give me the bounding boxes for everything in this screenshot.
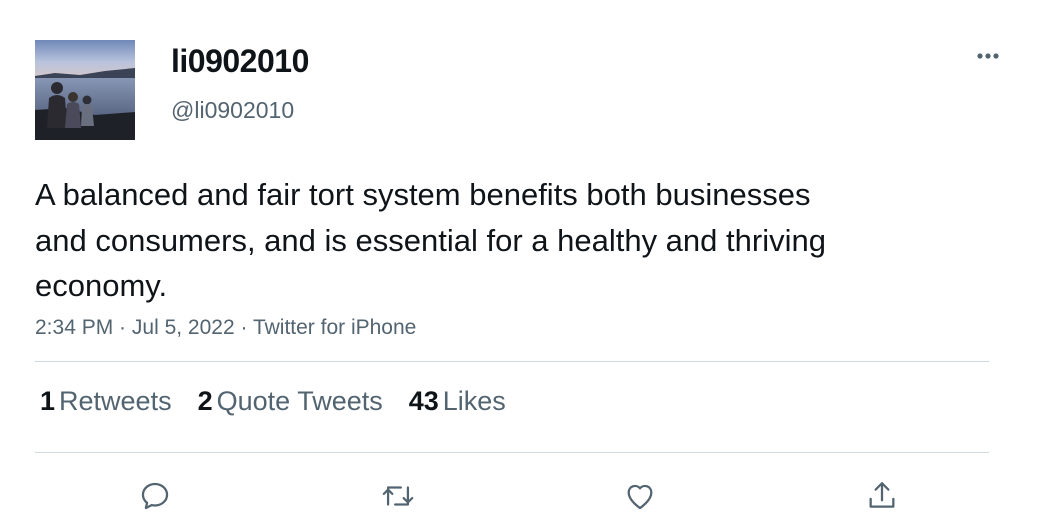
avatar[interactable] [35, 40, 135, 140]
retweets-label: Retweets [59, 386, 172, 416]
reply-button[interactable] [133, 474, 177, 518]
tweet-metadata: 2:34 PM · Jul 5, 2022 · Twitter for iPho… [35, 316, 416, 340]
share-button[interactable] [860, 474, 904, 518]
tweet-text: A balanced and fair tort system benefits… [35, 177, 826, 303]
like-button[interactable] [618, 474, 662, 518]
engagement-stats: 1 Retweets 2 Quote Tweets 43 Likes [40, 386, 532, 417]
tweet-date[interactable]: Jul 5, 2022 [132, 316, 235, 339]
tweet-source[interactable]: Twitter for iPhone [253, 316, 416, 339]
retweet-button[interactable] [376, 474, 420, 518]
user-handle[interactable]: @li0902010 [171, 97, 294, 124]
divider [35, 361, 989, 362]
action-bar [0, 474, 1050, 518]
likes-label: Likes [442, 386, 506, 416]
quote-tweets-label: Quote Tweets [216, 386, 383, 416]
retweet-icon [382, 486, 414, 506]
retweets-stat[interactable]: 1 Retweets [40, 386, 172, 417]
avatar-photo [35, 40, 135, 140]
quote-tweets-count: 2 [197, 386, 213, 416]
more-options-button[interactable] [968, 42, 1008, 70]
more-horizontal-icon [977, 53, 999, 59]
share-icon [869, 482, 895, 508]
tweet-card: li0902010 @li0902010 A balanced and fair… [0, 0, 1050, 525]
reply-icon [141, 482, 169, 510]
meta-separator: · [234, 316, 253, 339]
quote-tweets-stat[interactable]: 2 Quote Tweets [198, 386, 383, 417]
heart-icon [627, 484, 653, 510]
divider [35, 452, 989, 453]
retweets-count: 1 [40, 386, 56, 416]
display-name[interactable]: li0902010 [171, 43, 309, 80]
likes-stat[interactable]: 43 Likes [409, 386, 506, 417]
tweet-time[interactable]: 2:34 PM [35, 316, 113, 339]
likes-count: 43 [408, 386, 439, 416]
meta-separator: · [113, 316, 132, 339]
